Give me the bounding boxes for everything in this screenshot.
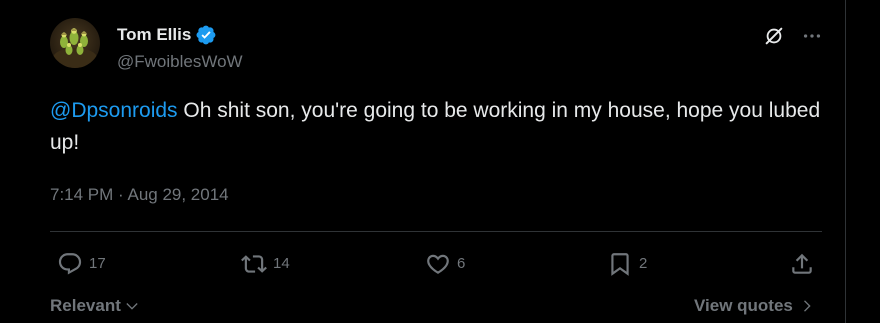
author-display-name[interactable]: Tom Ellis xyxy=(117,24,191,46)
sort-dropdown[interactable]: Relevant xyxy=(50,296,140,316)
repost-icon xyxy=(241,255,267,273)
like-count: 6 xyxy=(457,255,466,272)
avatar-image xyxy=(53,28,97,68)
repost-button[interactable]: 14 xyxy=(241,251,290,277)
reply-icon xyxy=(58,253,82,275)
sort-label: Relevant xyxy=(50,296,121,315)
tweet-text: @Dpsonroids Oh shit son, you're going to… xyxy=(50,95,830,159)
bookmark-count: 2 xyxy=(639,255,648,272)
tweet-detail: Tom Ellis @FwoiblesWoW @Dpsonroids Oh sh… xyxy=(0,0,846,323)
chevron-down-icon xyxy=(126,303,138,310)
like-button[interactable]: 6 xyxy=(425,251,465,277)
tweet-timestamp[interactable]: 7:14 PM · Aug 29, 2014 xyxy=(50,184,229,206)
grok-icon[interactable] xyxy=(761,23,787,49)
avatar[interactable] xyxy=(50,18,100,68)
divider xyxy=(50,231,822,232)
reply-count: 17 xyxy=(89,255,106,272)
author-handle[interactable]: @FwoiblesWoW xyxy=(117,51,243,73)
bookmark-button[interactable]: 2 xyxy=(607,251,647,277)
bookmark-icon xyxy=(611,253,629,276)
author-name-row: Tom Ellis xyxy=(117,24,217,46)
share-button[interactable] xyxy=(789,251,815,277)
verified-badge-icon[interactable] xyxy=(195,24,217,46)
repost-count: 14 xyxy=(273,255,290,272)
more-horizontal-icon[interactable] xyxy=(799,23,825,49)
view-quotes-link[interactable]: View quotes xyxy=(694,296,815,316)
heart-icon xyxy=(427,254,449,274)
mention-link[interactable]: @Dpsonroids xyxy=(50,99,178,122)
share-icon xyxy=(792,253,812,274)
view-quotes-label: View quotes xyxy=(694,296,793,315)
chevron-right-icon xyxy=(803,300,811,312)
reply-button[interactable]: 17 xyxy=(57,251,106,277)
